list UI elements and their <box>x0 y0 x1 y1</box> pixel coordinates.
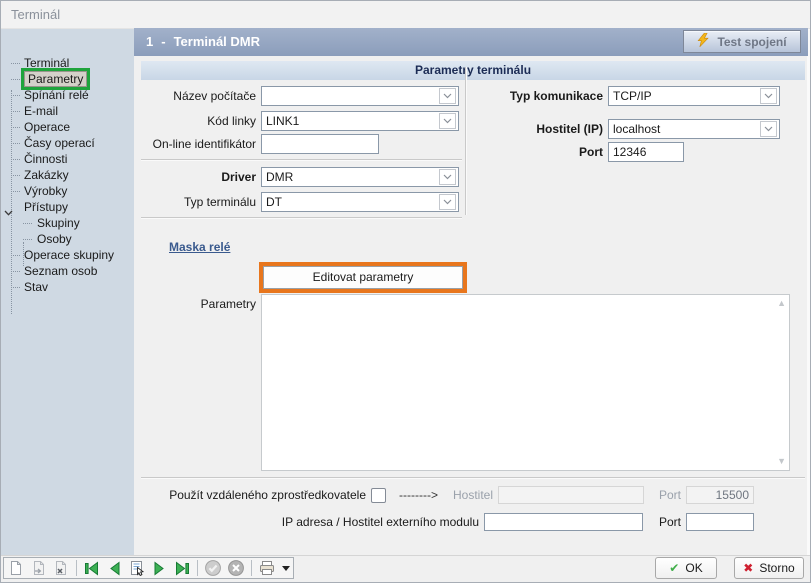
next-record-icon[interactable] <box>151 559 169 577</box>
sidebar-item-cinnosti[interactable]: Činnosti <box>1 151 134 167</box>
record-name: Terminál DMR <box>174 34 260 49</box>
chevron-down-icon[interactable] <box>439 194 456 210</box>
sidebar-item-vyrobky[interactable]: Výrobky <box>1 183 134 199</box>
check-icon: ✔ <box>669 561 679 575</box>
selected-item-annotation: Parametry <box>24 71 87 87</box>
sidebar-item-zakazky[interactable]: Zakázky <box>1 167 134 183</box>
terminal-type-combo[interactable]: DT <box>261 192 459 212</box>
external-module-port-input[interactable] <box>686 513 754 531</box>
window-title: Terminál <box>11 1 60 28</box>
sidebar-item-operace-skupiny[interactable]: Operace skupiny <box>1 247 134 263</box>
port-label: Port <box>469 142 603 162</box>
record-separator: - <box>161 34 165 49</box>
toolbar-panel <box>3 557 294 579</box>
remote-host-input <box>498 486 644 504</box>
remote-port-input <box>686 486 754 504</box>
remote-port-label: Port <box>649 485 681 505</box>
terminal-type-label: Typ terminálu <box>139 192 256 212</box>
storno-label: Storno <box>759 561 794 575</box>
section-header: Parametry terminálu <box>141 61 805 80</box>
sidebar-item-stav[interactable]: Stav <box>1 279 134 295</box>
divider <box>141 159 462 160</box>
last-record-icon[interactable] <box>174 559 192 577</box>
record-title: 1-Terminál DMR <box>146 28 260 56</box>
online-identifier-input[interactable] <box>261 134 379 154</box>
communication-type-combo[interactable]: TCP/IP <box>608 86 780 106</box>
edit-parameters-button[interactable]: Editovat parametry <box>263 266 463 289</box>
parameters-label: Parametry <box>139 296 256 312</box>
sidebar-item-osoby[interactable]: Osoby <box>1 231 134 247</box>
relay-mask-link[interactable]: Maska relé <box>169 240 230 254</box>
cross-icon: ✖ <box>743 561 753 575</box>
browse-records-icon[interactable] <box>128 559 146 577</box>
chevron-down-icon[interactable] <box>439 169 456 185</box>
sidebar-item-operace[interactable]: Operace <box>1 119 134 135</box>
driver-combo[interactable]: DMR <box>261 167 459 187</box>
terminal-dialog-window: Terminál Terminál Parametry Spínání relé… <box>0 0 811 583</box>
scroll-up-icon[interactable]: ▲ <box>777 299 786 308</box>
print-icon[interactable] <box>258 559 276 577</box>
sidebar-item-parametry[interactable]: Parametry <box>1 71 134 87</box>
parameters-textarea[interactable] <box>262 295 789 470</box>
computer-name-label: Název počítače <box>139 86 256 106</box>
toolbar-separator <box>251 560 252 576</box>
print-menu-arrow-icon[interactable] <box>281 559 290 577</box>
test-connection-button[interactable]: Test spojení <box>683 30 801 53</box>
driver-label: Driver <box>139 167 256 187</box>
chevron-down-icon[interactable] <box>760 121 777 137</box>
delete-document-icon[interactable] <box>52 559 70 577</box>
ok-button[interactable]: ✔ OK <box>655 557 717 579</box>
first-record-icon[interactable] <box>83 559 101 577</box>
sidebar-item-terminal[interactable]: Terminál <box>1 55 134 71</box>
sidebar-item-pristupy[interactable]: Přístupy <box>1 199 134 215</box>
right-gutter <box>807 29 810 556</box>
host-ip-combo[interactable]: localhost <box>608 119 780 139</box>
line-code-combo[interactable]: LINK1 <box>261 111 459 131</box>
host-ip-label: Hostitel (IP) <box>469 119 603 139</box>
sidebar-item-email[interactable]: E-mail <box>1 103 134 119</box>
edit-document-icon[interactable] <box>30 559 48 577</box>
port-input[interactable] <box>608 142 684 162</box>
vertical-divider <box>465 67 466 215</box>
use-remote-broker-label: Použít vzdáleného zprostředkovatele <box>139 485 366 505</box>
previous-record-icon[interactable] <box>106 559 124 577</box>
use-remote-broker-checkbox[interactable] <box>371 488 386 503</box>
storno-button[interactable]: ✖ Storno <box>734 557 804 579</box>
apply-icon[interactable] <box>204 559 222 577</box>
divider <box>141 477 805 478</box>
toolbar-separator <box>197 560 198 576</box>
remote-host-label: Hostitel <box>439 485 493 505</box>
window-titlebar: Terminál <box>1 1 810 29</box>
sidebar-nav: Terminál Parametry Spínání relé E-mail O… <box>1 29 134 556</box>
parameters-area: ▲ ▼ <box>261 294 790 471</box>
lightning-icon <box>697 33 709 50</box>
sidebar-item-seznam-osob[interactable]: Seznam osob <box>1 263 134 279</box>
record-number: 1 <box>146 34 153 49</box>
chevron-down-icon[interactable] <box>439 113 456 129</box>
external-module-port-label: Port <box>649 512 681 532</box>
ok-label: OK <box>685 561 702 575</box>
communication-type-label: Typ komunikace <box>469 86 603 106</box>
online-identifier-label: On-line identifikátor <box>129 134 256 154</box>
bottom-toolbar: ✔ OK ✖ Storno <box>1 555 810 582</box>
scroll-down-icon[interactable]: ▼ <box>777 457 786 466</box>
record-header: 1-Terminál DMR Test spojení <box>134 28 808 56</box>
external-module-label: IP adresa / Hostitel externího modulu <box>239 512 479 532</box>
sidebar-item-casy-operaci[interactable]: Časy operací <box>1 135 134 151</box>
toolbar-separator <box>76 560 77 576</box>
chevron-down-icon[interactable] <box>439 88 456 104</box>
nav-tree: Terminál Parametry Spínání relé E-mail O… <box>1 29 134 295</box>
sidebar-item-spinani-rele[interactable]: Spínání relé <box>1 87 134 103</box>
line-code-label: Kód linky <box>139 111 256 131</box>
computer-name-combo[interactable] <box>261 86 459 106</box>
new-document-icon[interactable] <box>7 559 25 577</box>
cancel-icon[interactable] <box>227 559 245 577</box>
test-connection-label: Test spojení <box>717 35 786 49</box>
external-module-ip-input[interactable] <box>484 513 643 531</box>
sidebar-item-skupiny[interactable]: Skupiny <box>1 215 134 231</box>
chevron-down-icon[interactable] <box>760 88 777 104</box>
divider <box>141 217 462 218</box>
